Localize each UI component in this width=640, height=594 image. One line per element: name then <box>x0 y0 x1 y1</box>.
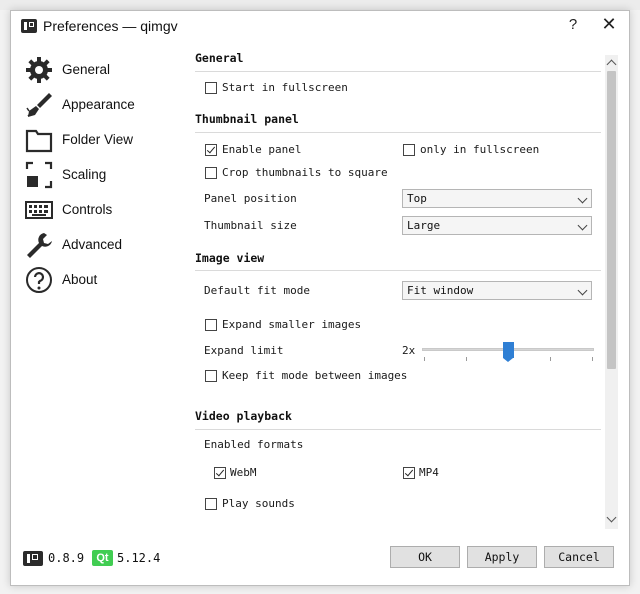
panel-position-value: Top <box>407 192 427 205</box>
ok-button[interactable]: OK <box>390 546 460 568</box>
section-divider <box>195 429 601 430</box>
preferences-window: Preferences — qimgv ? ✕ General Appearan… <box>10 10 630 586</box>
chevron-down-icon <box>577 285 588 296</box>
background-window-strip <box>0 0 640 10</box>
sidebar-item-controls[interactable]: Controls <box>21 195 181 225</box>
qt-logo-badge: Qt <box>92 550 113 566</box>
slider-tick <box>466 357 467 361</box>
wrench-icon <box>27 233 52 258</box>
chevron-down-icon <box>577 220 588 231</box>
slider-tick <box>424 357 425 361</box>
section-divider <box>195 270 601 271</box>
panel-position-label: Panel position <box>204 192 297 205</box>
section-divider <box>195 71 601 72</box>
expand-limit-label: Expand limit <box>204 344 284 357</box>
keyboard-icon <box>25 201 53 219</box>
sidebar-item-folder-view[interactable]: Folder View <box>21 125 181 155</box>
sidebar-item-label: Appearance <box>62 97 135 112</box>
chevron-down-icon <box>577 193 588 204</box>
slider-handle[interactable] <box>502 342 514 362</box>
scrollbar-thumb[interactable] <box>607 71 616 369</box>
crop-square-label: Crop thumbnails to square <box>222 166 388 179</box>
crop-square-checkbox[interactable] <box>205 167 217 179</box>
webm-checkbox[interactable] <box>214 467 226 479</box>
brush-icon <box>26 93 52 117</box>
fit-mode-label: Default fit mode <box>204 284 310 297</box>
section-title-thumbnail-panel: Thumbnail panel <box>195 112 299 126</box>
slider-tick <box>550 357 551 361</box>
expand-smaller-checkbox[interactable] <box>205 319 217 331</box>
content-scrollbar[interactable] <box>605 55 618 529</box>
expand-limit-value: 2x <box>402 344 416 357</box>
thumbnail-size-value: Large <box>407 219 441 232</box>
qt-version: 5.12.4 <box>117 551 161 565</box>
folder-icon <box>25 129 53 153</box>
enable-panel-checkbox[interactable] <box>205 144 217 156</box>
only-fullscreen-label: only in fullscreen <box>420 143 540 156</box>
fit-mode-select[interactable]: Fit window <box>402 281 592 300</box>
section-divider <box>195 132 601 133</box>
sidebar-item-label: Scaling <box>62 167 107 182</box>
cancel-button[interactable]: Cancel <box>544 546 614 568</box>
thumbnail-size-select[interactable]: Large <box>402 216 592 235</box>
expand-limit-slider[interactable] <box>422 342 602 363</box>
window-title: Preferences — qimgv <box>43 18 178 34</box>
sidebar-item-label: Controls <box>62 202 113 217</box>
slider-tick <box>592 357 593 361</box>
webm-label: WebM <box>230 466 257 479</box>
mp4-label: MP4 <box>419 466 439 479</box>
sidebar-item-label: Folder View <box>62 132 134 147</box>
enabled-formats-label: Enabled formats <box>204 438 304 451</box>
sidebar-item-advanced[interactable]: Advanced <box>21 230 181 260</box>
mp4-checkbox[interactable] <box>403 467 415 479</box>
expand-smaller-label: Expand smaller images <box>222 318 362 331</box>
help-button[interactable]: ? <box>563 16 583 33</box>
thumbnail-size-label: Thumbnail size <box>204 219 297 232</box>
fit-mode-value: Fit window <box>407 284 474 297</box>
gear-icon <box>26 57 52 83</box>
only-fullscreen-checkbox[interactable] <box>403 144 415 156</box>
sidebar-item-label: About <box>62 272 98 287</box>
play-sounds-label: Play sounds <box>222 497 295 510</box>
close-button[interactable]: ✕ <box>599 14 619 35</box>
title-bar[interactable]: Preferences — qimgv ? ✕ <box>11 11 629 43</box>
sidebar-item-label: Advanced <box>62 237 123 252</box>
start-fullscreen-checkbox[interactable] <box>205 82 217 94</box>
scroll-down-arrow-icon[interactable] <box>606 512 617 523</box>
section-title-image-view: Image view <box>195 251 265 265</box>
section-title-general: General <box>195 51 244 65</box>
keep-fit-mode-label: Keep fit mode between images <box>222 369 408 382</box>
sidebar-item-label: General <box>62 62 111 77</box>
qimgv-logo-icon <box>23 551 43 566</box>
section-title-video-playback: Video playback <box>195 409 292 423</box>
sidebar-item-general[interactable]: General <box>21 55 181 85</box>
scroll-up-arrow-icon[interactable] <box>606 59 617 70</box>
apply-button[interactable]: Apply <box>467 546 537 568</box>
sidebar-item-scaling[interactable]: Scaling <box>21 160 181 190</box>
enable-panel-label: Enable panel <box>222 143 302 156</box>
settings-content[interactable]: General Start in fullscreen Thumbnail pa… <box>193 51 603 531</box>
help-circle-icon <box>26 267 52 293</box>
panel-position-select[interactable]: Top <box>402 189 592 208</box>
keep-fit-mode-checkbox[interactable] <box>205 370 217 382</box>
app-version: 0.8.9 <box>48 551 85 565</box>
start-fullscreen-label: Start in fullscreen <box>222 81 348 94</box>
app-logo-icon <box>21 19 37 33</box>
sidebar-item-appearance[interactable]: Appearance <box>21 90 181 120</box>
sidebar-item-about[interactable]: About <box>21 265 181 295</box>
play-sounds-checkbox[interactable] <box>205 498 217 510</box>
scaling-icon <box>25 161 53 189</box>
